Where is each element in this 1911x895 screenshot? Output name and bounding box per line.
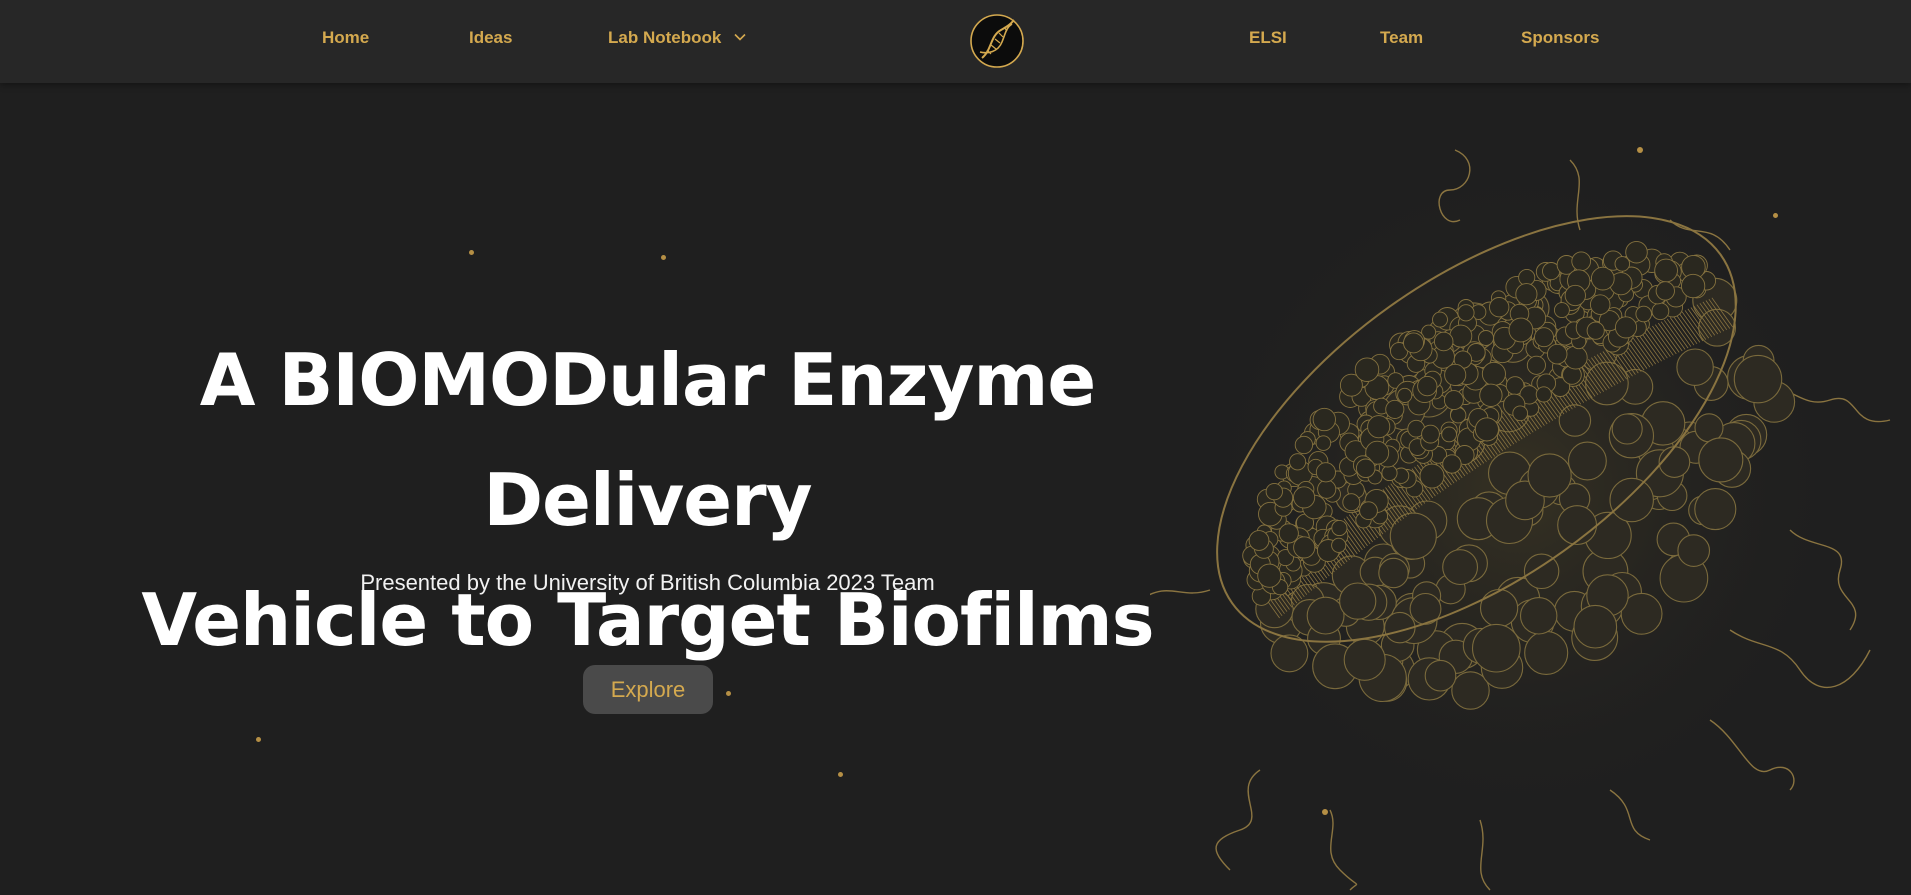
particle-dot [256,737,261,742]
hero-title-line-1: A BIOMODular Enzyme Delivery [199,338,1097,542]
particle-dot [726,691,731,696]
nav-link-elsi[interactable]: ELSI [1249,28,1287,48]
explore-button[interactable]: Explore [583,665,713,714]
nav-link-team[interactable]: Team [1380,28,1423,48]
hero-title: A BIOMODular Enzyme Delivery Vehicle to … [40,320,1255,680]
hero-subtitle: Presented by the University of British C… [360,570,935,595]
dna-helix-logo-icon[interactable] [968,12,1026,70]
particle-dot [838,772,843,777]
biofilm-vehicle-illustration [1150,147,1891,891]
nav-link-sponsors[interactable]: Sponsors [1521,28,1599,48]
nav-link-home[interactable]: Home [322,28,369,48]
particle-dot [661,255,666,260]
particle-dot [469,250,474,255]
chevron-down-icon [734,33,746,41]
nav-link-lab-notebook[interactable]: Lab Notebook [608,28,746,48]
nav-link-ideas[interactable]: Ideas [469,28,512,48]
nav-link-lab-notebook-label: Lab Notebook [608,28,722,47]
top-navbar: Home Ideas Lab Notebook ELSI Team Sponso… [0,0,1911,83]
